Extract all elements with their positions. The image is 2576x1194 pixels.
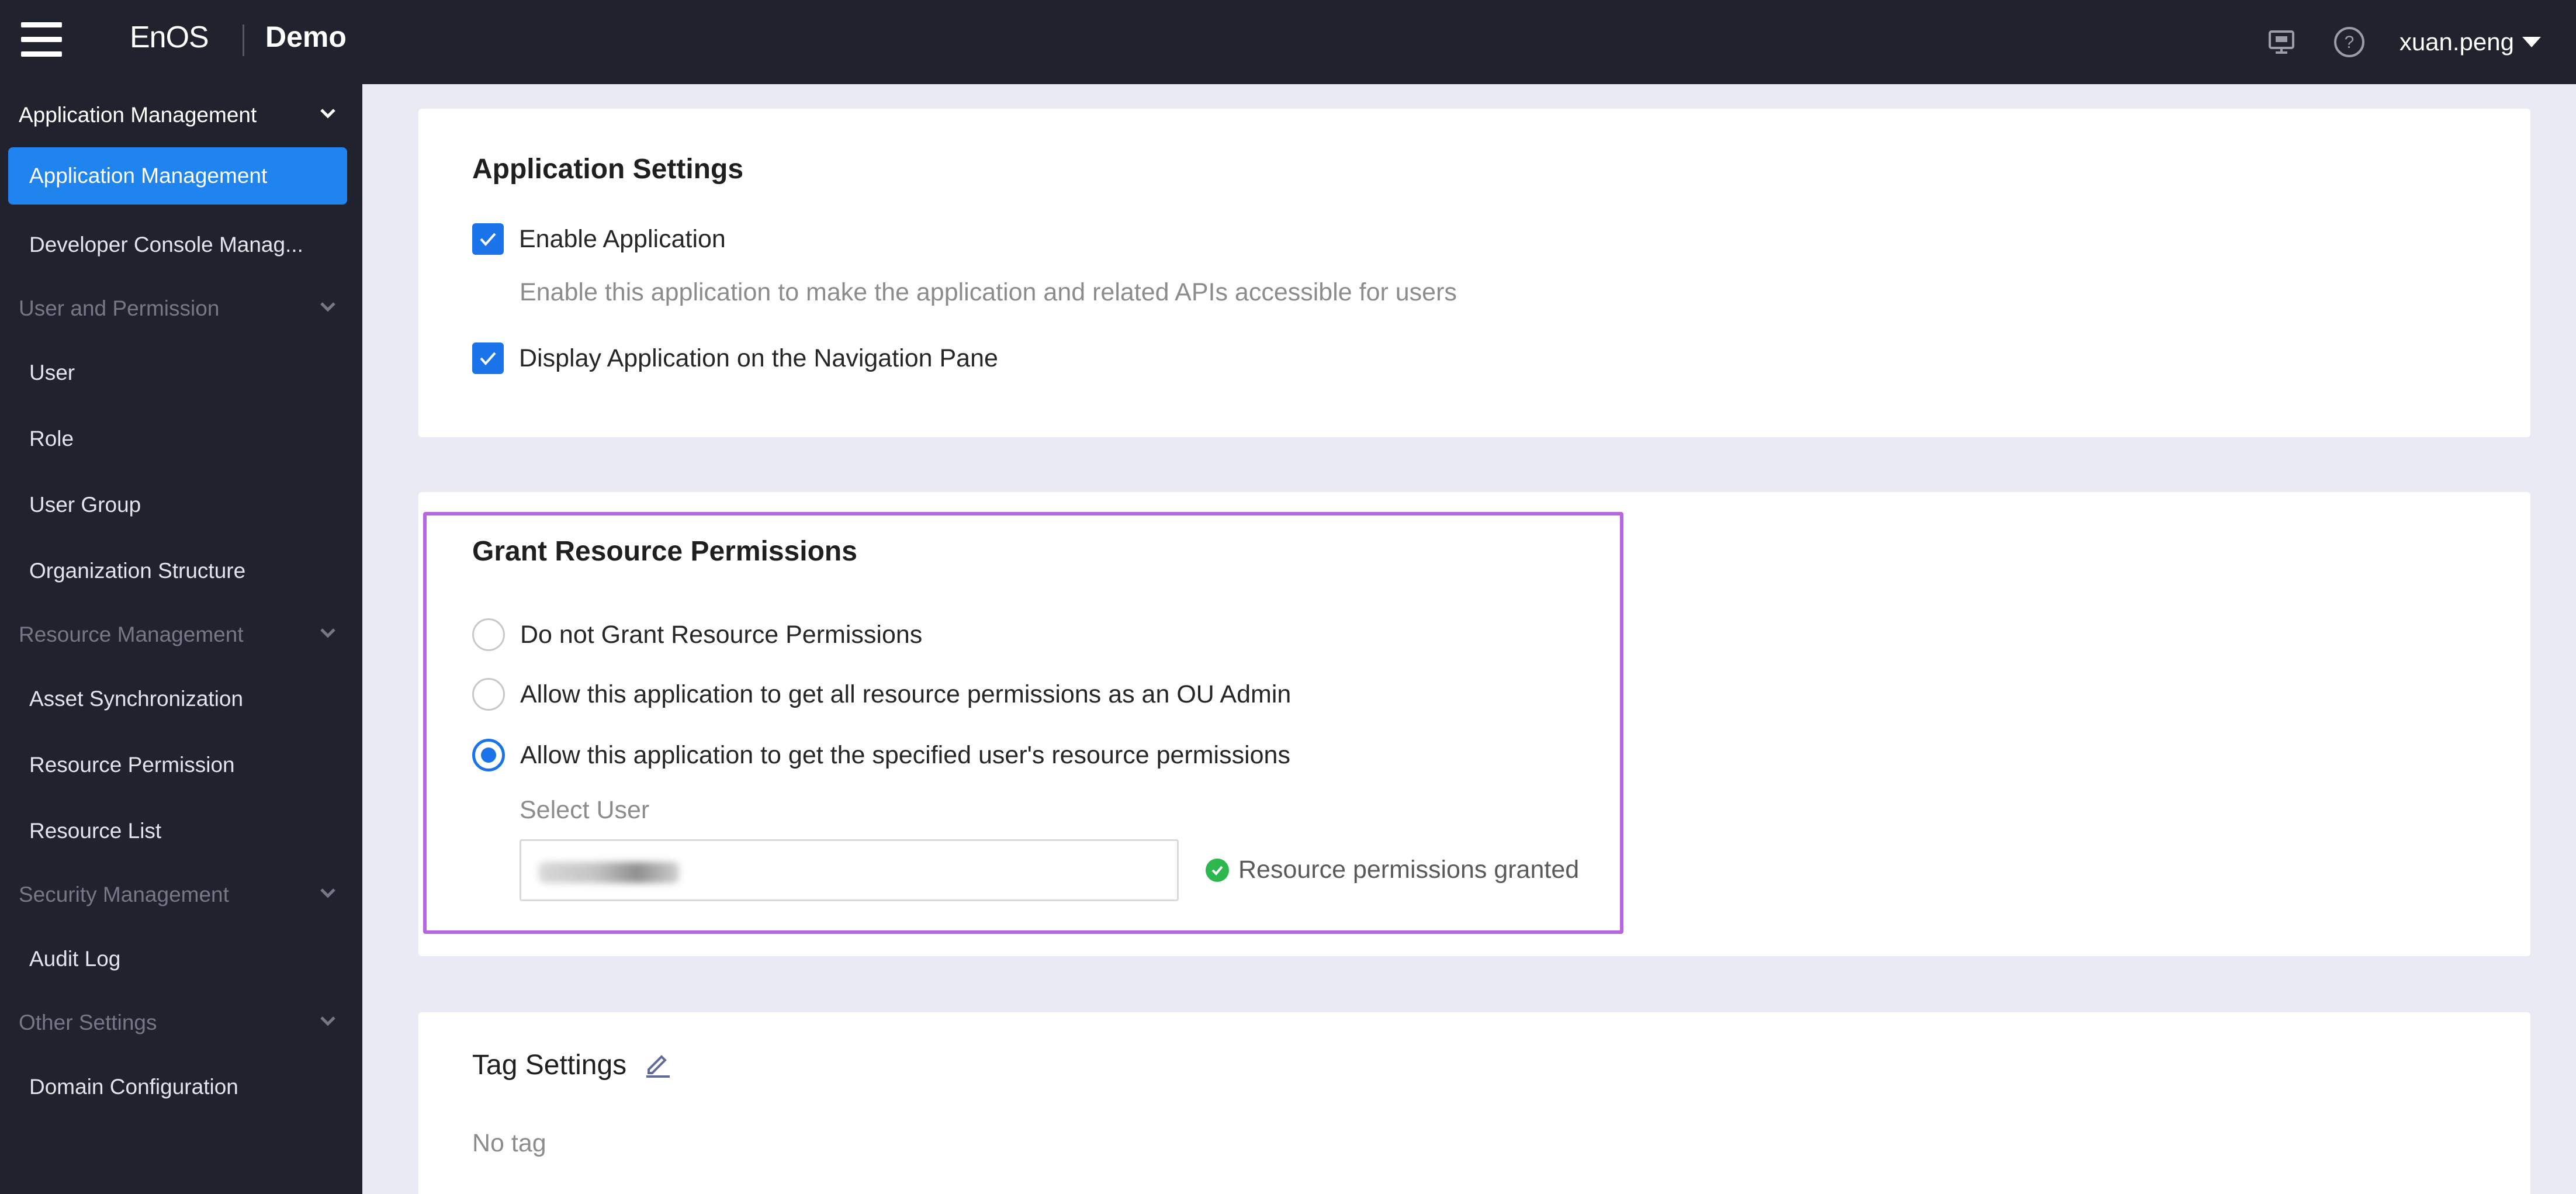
- sidebar-item-label: Resource Permission: [29, 752, 235, 777]
- screen-icon[interactable]: [2264, 25, 2299, 60]
- sidebar: Application Management Application Manag…: [0, 84, 362, 1194]
- username: xuan.peng: [2399, 28, 2514, 56]
- sidebar-item-role[interactable]: Role: [0, 406, 362, 472]
- sidebar-item-label: Developer Console Manag...: [29, 232, 303, 257]
- sidebar-group-security-management[interactable]: Security Management: [0, 864, 362, 926]
- org-name: Demo: [265, 20, 347, 53]
- top-bar: EnOS Demo ? xuan.peng: [0, 0, 2576, 84]
- sidebar-group-other-settings[interactable]: Other Settings: [0, 992, 362, 1054]
- checkbox-checked-icon[interactable]: [472, 223, 504, 255]
- sidebar-item-label: Organization Structure: [29, 558, 246, 583]
- chevron-down-icon: [320, 628, 335, 638]
- sidebar-item-application-management[interactable]: Application Management: [8, 147, 347, 205]
- caret-down-icon: [2522, 37, 2541, 47]
- sidebar-item-audit-log[interactable]: Audit Log: [0, 926, 362, 992]
- chevron-down-icon: [320, 109, 335, 119]
- sidebar-item-asset-synchronization[interactable]: Asset Synchronization: [0, 666, 362, 732]
- user-menu[interactable]: xuan.peng: [2400, 28, 2541, 56]
- sidebar-item-developer-console[interactable]: Developer Console Manag...: [0, 212, 362, 278]
- sidebar-item-label: User Group: [29, 492, 141, 517]
- sidebar-item-user[interactable]: User: [0, 340, 362, 406]
- display-on-nav-checkbox[interactable]: Display Application on the Navigation Pa…: [472, 342, 998, 374]
- enable-application-hint: Enable this application to make the appl…: [520, 278, 1457, 306]
- highlight-annotation-box: [423, 512, 1623, 934]
- chevron-down-icon: [320, 888, 335, 898]
- sidebar-item-resource-list[interactable]: Resource List: [0, 798, 362, 864]
- sidebar-group-application-management[interactable]: Application Management: [0, 84, 362, 146]
- menu-icon[interactable]: [21, 22, 62, 57]
- sidebar-item-user-group[interactable]: User Group: [0, 472, 362, 538]
- brand-logo: EnOS: [130, 20, 209, 54]
- no-tag-text: No tag: [472, 1129, 546, 1157]
- sidebar-group-label: Application Management: [19, 103, 257, 127]
- sidebar-group-label: Other Settings: [19, 1010, 157, 1034]
- sidebar-group-label: Resource Management: [19, 622, 244, 646]
- brand-divider: [243, 25, 244, 56]
- sidebar-item-organization-structure[interactable]: Organization Structure: [0, 538, 362, 604]
- sidebar-item-label: Application Management: [29, 164, 268, 188]
- chevron-down-icon: [320, 302, 335, 312]
- display-on-nav-label: Display Application on the Navigation Pa…: [519, 344, 998, 372]
- sidebar-item-label: Resource List: [29, 818, 162, 843]
- top-right-actions: ? xuan.peng: [2264, 0, 2541, 84]
- sidebar-item-label: Audit Log: [29, 946, 121, 971]
- sidebar-group-label: User and Permission: [19, 296, 220, 320]
- tag-settings-card: Tag Settings No tag: [418, 1012, 2530, 1194]
- sidebar-item-label: User: [29, 360, 75, 385]
- checkbox-checked-icon[interactable]: [472, 342, 504, 374]
- sidebar-item-label: Domain Configuration: [29, 1074, 238, 1099]
- edit-icon[interactable]: [643, 1048, 673, 1082]
- sidebar-item-label: Role: [29, 426, 74, 451]
- tag-settings-header: Tag Settings: [472, 1048, 673, 1082]
- chevron-down-icon: [320, 1016, 335, 1026]
- sidebar-item-label: Asset Synchronization: [29, 686, 244, 711]
- enable-application-checkbox[interactable]: Enable Application: [472, 223, 726, 255]
- sidebar-item-resource-permission[interactable]: Resource Permission: [0, 732, 362, 798]
- application-settings-card: Application Settings Enable Application …: [418, 109, 2530, 437]
- sidebar-group-label: Security Management: [19, 882, 229, 906]
- page-scrollbar[interactable]: [2570, 84, 2576, 1194]
- application-settings-title: Application Settings: [472, 154, 744, 185]
- sidebar-group-user-and-permission[interactable]: User and Permission: [0, 278, 362, 340]
- help-icon[interactable]: ?: [2332, 25, 2367, 60]
- svg-text:?: ?: [2344, 33, 2354, 52]
- enable-application-label: Enable Application: [519, 224, 726, 253]
- sidebar-group-resource-management[interactable]: Resource Management: [0, 604, 362, 666]
- tag-settings-title: Tag Settings: [472, 1050, 627, 1081]
- sidebar-item-domain-configuration[interactable]: Domain Configuration: [0, 1054, 362, 1120]
